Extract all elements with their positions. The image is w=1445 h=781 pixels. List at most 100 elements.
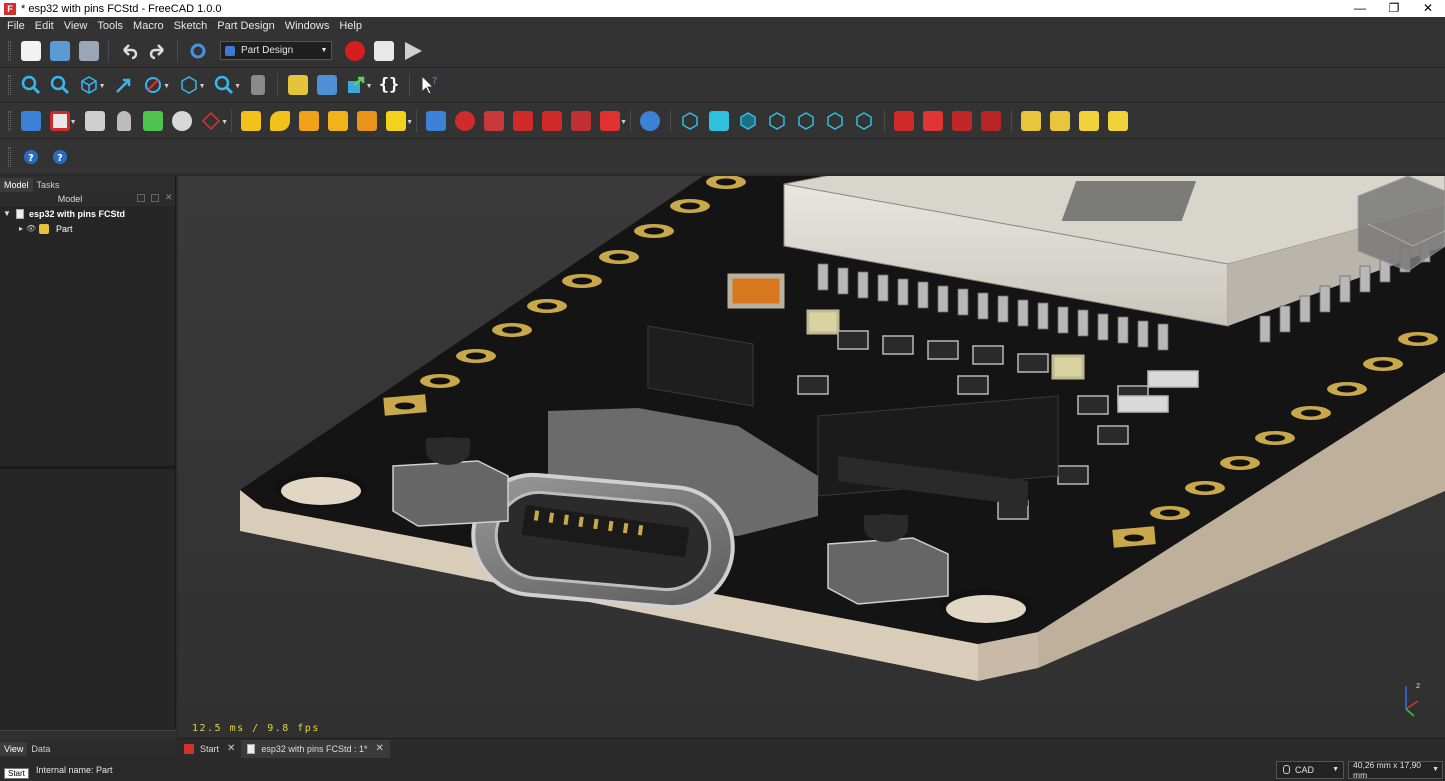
standard-views-button[interactable]: ▼	[76, 72, 106, 98]
menu-help[interactable]: Help	[334, 20, 367, 32]
tree-item-document[interactable]: ▼ esp32 with pins FCStd	[0, 206, 175, 221]
thickness-button[interactable]	[764, 108, 790, 134]
subtractive-primitive-button[interactable]: ▼	[597, 108, 627, 134]
measure-button[interactable]: ▼	[211, 72, 241, 98]
explode-button[interactable]	[1105, 108, 1131, 134]
draft-button[interactable]	[735, 108, 761, 134]
draw-style-button[interactable]: ▼	[140, 72, 170, 98]
toolbar-grip[interactable]	[8, 110, 11, 131]
assembly-button[interactable]	[1076, 108, 1102, 134]
import-step-button[interactable]	[1018, 108, 1044, 134]
additive-loft-button[interactable]	[296, 108, 322, 134]
tab-data[interactable]: Data	[27, 742, 54, 756]
link-icon	[347, 76, 364, 93]
create-group-button[interactable]	[314, 72, 340, 98]
additive-helix-button[interactable]	[354, 108, 380, 134]
additive-pipe-button[interactable]	[325, 108, 351, 134]
export-step-button[interactable]	[1047, 108, 1073, 134]
close-tab-icon[interactable]: ✕	[227, 743, 235, 754]
save-button[interactable]	[76, 38, 102, 64]
tab-tasks[interactable]: Tasks	[33, 178, 64, 192]
sync-view-button[interactable]	[111, 72, 137, 98]
sprocket-button[interactable]	[949, 108, 975, 134]
fillet-button[interactable]	[677, 108, 703, 134]
float-panel-icon[interactable]	[137, 194, 145, 202]
toolbar-grip[interactable]	[8, 146, 11, 167]
macro-editor-button[interactable]	[371, 38, 397, 64]
expression-button[interactable]: {}	[376, 72, 402, 98]
toolbar-grip[interactable]	[8, 75, 11, 95]
tab-model[interactable]: Model	[0, 178, 33, 192]
hole-button[interactable]	[452, 108, 478, 134]
subtractive-pipe-button[interactable]	[539, 108, 565, 134]
mirrored-button[interactable]	[793, 108, 819, 134]
menu-tools[interactable]: Tools	[92, 20, 128, 32]
tab-view[interactable]: View	[0, 742, 28, 756]
visibility-eye-icon[interactable]: 👁	[26, 224, 36, 233]
subtractive-helix-button[interactable]	[568, 108, 594, 134]
tree-item-part[interactable]: ▸ 👁 Part	[0, 221, 175, 236]
refresh-button[interactable]	[185, 38, 211, 64]
additive-primitive-button[interactable]: ▼	[383, 108, 413, 134]
revolution-button[interactable]	[267, 108, 293, 134]
undo-button[interactable]	[116, 38, 142, 64]
menu-windows[interactable]: Windows	[280, 20, 335, 32]
validate-sketch-button[interactable]	[82, 108, 108, 134]
workbench-selector[interactable]: Part Design ▼	[220, 41, 332, 60]
boolean-button[interactable]	[637, 108, 663, 134]
expand-arrow-icon[interactable]: ▼	[2, 209, 12, 218]
new-document-button[interactable]	[18, 38, 44, 64]
involute-gear-button[interactable]	[978, 108, 1004, 134]
help-button[interactable]: ?	[18, 144, 44, 170]
undock-panel-icon[interactable]	[151, 194, 159, 202]
chamfer-button[interactable]	[706, 108, 732, 134]
groove-button[interactable]	[481, 108, 507, 134]
horizontal-scrollbar[interactable]	[0, 730, 176, 740]
3d-viewport[interactable]: z 12.5 ms / 9.8 fps	[178, 176, 1445, 738]
toolbar-grip[interactable]	[8, 40, 11, 61]
dimension-readout[interactable]: 40,26 mm x 17,90 mm ▼	[1348, 760, 1443, 780]
fit-selection-button[interactable]	[47, 72, 73, 98]
panel-splitter[interactable]	[0, 466, 176, 469]
menu-macro[interactable]: Macro	[128, 20, 169, 32]
shape-binder-button[interactable]	[140, 108, 166, 134]
sub-shape-binder-button[interactable]	[169, 108, 195, 134]
whats-this-button[interactable]: ?	[416, 72, 442, 98]
restore-button[interactable]: ❐	[1377, 0, 1411, 17]
subtractive-loft-button[interactable]	[510, 108, 536, 134]
scaled-button[interactable]	[920, 108, 946, 134]
datum-button[interactable]: ▼	[198, 108, 228, 134]
linear-pattern-button[interactable]	[822, 108, 848, 134]
execute-macro-button[interactable]	[400, 38, 426, 64]
pocket-button[interactable]	[423, 108, 449, 134]
multi-transform-button[interactable]	[891, 108, 917, 134]
pad-button[interactable]	[238, 108, 264, 134]
menu-part-design[interactable]: Part Design	[212, 20, 279, 32]
draw-style-icon	[145, 77, 161, 93]
record-macro-button[interactable]	[342, 38, 368, 64]
menu-file[interactable]: File	[2, 20, 30, 32]
redo-button[interactable]	[145, 38, 171, 64]
whats-this-help-button[interactable]: ?	[47, 144, 73, 170]
close-panel-icon[interactable]: ✕	[165, 192, 173, 203]
open-document-button[interactable]	[47, 38, 73, 64]
fit-all-button[interactable]	[18, 72, 44, 98]
polar-pattern-button[interactable]	[851, 108, 877, 134]
minimize-button[interactable]: —	[1343, 0, 1377, 17]
link-button[interactable]: ▼	[343, 72, 373, 98]
dimension-button[interactable]	[245, 72, 271, 98]
menu-view[interactable]: View	[59, 20, 93, 32]
bounding-box-button[interactable]: ▼	[176, 72, 206, 98]
create-part-button[interactable]	[285, 72, 311, 98]
tab-esp32-document[interactable]: esp32 with pins FCStd : 1* ✕	[241, 739, 390, 758]
expand-arrow-icon[interactable]: ▸	[16, 224, 26, 233]
create-sketch-button[interactable]: ▼	[47, 108, 77, 134]
navigation-style-selector[interactable]: CAD ▼	[1276, 760, 1344, 779]
clone-button[interactable]	[111, 108, 137, 134]
close-tab-icon[interactable]: ✕	[375, 743, 383, 754]
tab-start[interactable]: Start ✕	[178, 740, 241, 758]
menu-sketch[interactable]: Sketch	[169, 20, 213, 32]
close-button[interactable]: ✕	[1411, 0, 1445, 17]
create-body-button[interactable]	[18, 108, 44, 134]
menu-edit[interactable]: Edit	[30, 20, 59, 32]
